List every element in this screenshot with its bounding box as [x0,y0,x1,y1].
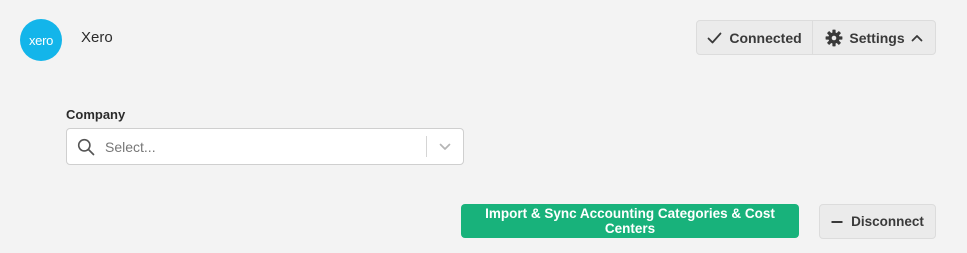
xero-integration-panel: xero Xero Connected Settings Company Sel… [0,0,967,253]
integration-name: Xero [81,29,113,46]
settings-label: Settings [849,29,905,46]
disconnect-button[interactable]: Disconnect [819,204,936,239]
chevron-down-icon[interactable] [427,143,463,151]
connected-label: Connected [729,29,802,46]
chevron-up-icon [911,34,923,42]
company-select[interactable] [66,128,464,165]
xero-logo-text: xero [28,32,54,48]
settings-button[interactable]: Settings [813,21,935,54]
company-label: Company [66,107,126,122]
search-icon [67,138,105,156]
disconnect-label: Disconnect [851,214,924,229]
minus-icon [831,220,843,224]
xero-logo: xero [20,19,62,61]
company-search-input[interactable] [105,138,426,155]
gear-icon [825,29,843,47]
connection-status-group: Connected Settings [696,20,936,55]
connected-status: Connected [697,21,813,54]
check-icon [707,32,722,44]
import-sync-button[interactable]: Import & Sync Accounting Categories & Co… [461,204,799,238]
